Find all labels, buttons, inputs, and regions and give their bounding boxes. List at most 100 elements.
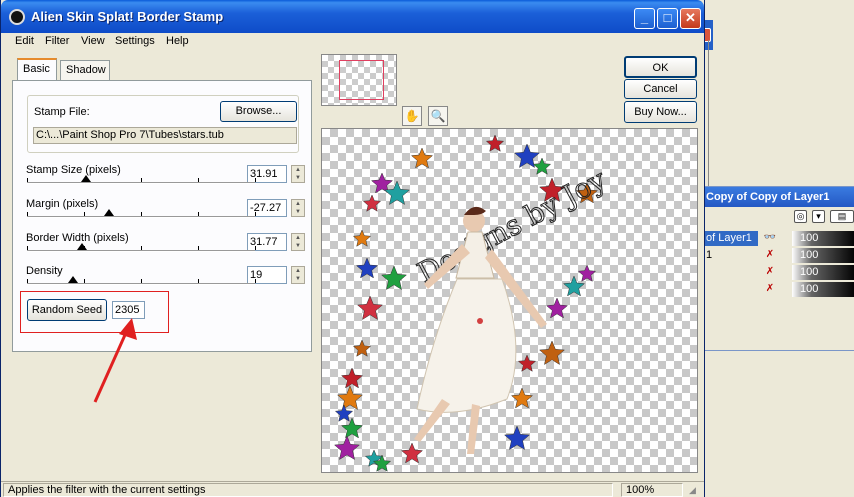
slider-tick [141,246,142,250]
slider-track[interactable] [27,250,255,252]
layer-opacity[interactable]: 100 [792,282,854,297]
slider-spinner[interactable]: ▲ ▼ [291,266,305,284]
spin-up-icon[interactable]: ▲ [292,267,304,275]
star-stamp [503,425,531,451]
star-stamp [362,194,382,212]
spin-down-icon[interactable]: ▼ [292,174,304,182]
menu-settings[interactable]: Settings [115,35,155,47]
slider-spinner[interactable]: ▲ ▼ [291,233,305,251]
background-application: Copy of Copy of Layer1 ◎ ▾ ▤ of Layer1 👓… [692,0,854,497]
slider-tick [255,246,256,250]
star-stamp [532,157,552,175]
layers-toolbar: ◎ ▾ ▤ [694,207,854,227]
star-stamp [334,404,354,422]
slider-tick [198,279,199,283]
tab-basic[interactable]: Basic [17,58,57,80]
navigator-viewport-frame[interactable] [339,60,384,100]
status-text: Applies the filter with the current sett… [3,483,613,497]
menu-bar: Edit Filter View Settings Help [1,33,704,51]
layer-opacity[interactable]: 100 [792,248,854,263]
slider-thumb[interactable] [104,209,115,216]
spin-up-icon[interactable]: ▲ [292,234,304,242]
spin-down-icon[interactable]: ▼ [292,242,304,250]
star-stamp [380,265,408,291]
star-stamp [352,229,372,247]
slider-tick [255,178,256,182]
layer-opacity[interactable]: 100 [792,231,854,246]
slider-tick [84,279,85,283]
layer-name[interactable] [704,265,758,280]
slider-thumb[interactable] [67,276,78,283]
lock-icon[interactable]: ▾ [812,210,825,223]
resize-grip-icon[interactable]: ◢ [689,485,701,497]
minimize-button[interactable]: _ [634,8,655,29]
mask-icon[interactable]: ◎ [794,210,807,223]
slider-tick [141,212,142,216]
title-bar[interactable]: Alien Skin Splat! Border Stamp _ □ ✕ [1,0,704,33]
slider-value-field[interactable]: -27.27 [247,199,287,217]
slider-track[interactable] [27,216,255,218]
visibility-icon[interactable]: ✗ [762,266,778,279]
layer-row[interactable]: ✗ 100 [694,282,854,298]
slider-value-field[interactable]: 31.77 [247,233,287,251]
spin-down-icon[interactable]: ▼ [292,275,304,283]
menu-help[interactable]: Help [166,35,189,47]
slider-value-field[interactable]: 31.91 [247,165,287,183]
buy-now-button[interactable]: Buy Now... [624,101,697,123]
slider-label: Stamp Size (pixels) [26,164,121,176]
slider-spinner[interactable]: ▲ ▼ [291,165,305,183]
star-stamp [410,147,434,169]
close-button[interactable]: ✕ [680,8,701,29]
layer-row[interactable]: of Layer1 👓 100 [694,231,854,247]
visibility-icon[interactable]: 👓 [762,232,778,245]
visibility-icon[interactable]: ✗ [762,283,778,296]
hand-tool-icon[interactable]: ✋ [402,106,422,126]
slider-tick [198,212,199,216]
layer-opacity[interactable]: 100 [792,265,854,280]
visibility-icon[interactable]: ✗ [762,249,778,262]
slider-thumb[interactable] [81,175,92,182]
layer-row[interactable]: 1 ✗ 100 [694,248,854,264]
slider-track[interactable] [27,182,255,184]
star-stamp [545,297,569,319]
spin-down-icon[interactable]: ▼ [292,208,304,216]
window-title: Alien Skin Splat! Border Stamp [31,9,224,24]
star-stamp [517,354,537,372]
slider-value-field[interactable]: 19 [247,266,287,284]
layers-palette-title[interactable]: Copy of Copy of Layer1 [694,187,854,207]
maximize-button[interactable]: □ [657,8,678,29]
layer-props-icon[interactable]: ▤ [830,210,854,223]
zoom-tool-icon[interactable]: 🔍 [428,106,448,126]
star-stamp [355,257,379,279]
star-stamp [562,275,586,297]
tab-shadow[interactable]: Shadow [60,60,110,80]
star-stamp [340,417,364,439]
star-stamp [538,340,566,366]
ok-button[interactable]: OK [624,56,697,78]
menu-view[interactable]: View [81,35,105,47]
star-stamp [510,387,534,409]
menu-edit[interactable]: Edit [15,35,34,47]
slider-tick [27,178,28,182]
layer-name[interactable] [704,282,758,297]
star-stamp [336,385,364,411]
slider-thumb[interactable] [76,243,87,250]
slider-tick [27,246,28,250]
cancel-button[interactable]: Cancel [624,79,697,99]
star-stamp [400,442,424,464]
layer-name[interactable]: 1 [704,248,758,263]
spin-up-icon[interactable]: ▲ [292,166,304,174]
slider-tick [84,178,85,182]
slider-spinner[interactable]: ▲ ▼ [291,199,305,217]
browse-button[interactable]: Browse... [220,101,297,122]
layer-row[interactable]: ✗ 100 [694,265,854,281]
star-stamp [340,367,364,389]
slider-tick [27,279,28,283]
preview-canvas[interactable]: Designs by Joy [321,128,698,473]
slider-track[interactable] [27,283,255,285]
menu-filter[interactable]: Filter [45,35,69,47]
layer-name[interactable]: of Layer1 [704,231,758,246]
spin-up-icon[interactable]: ▲ [292,200,304,208]
border-stamp-dialog: Alien Skin Splat! Border Stamp _ □ ✕ Edi… [0,0,705,497]
stamp-file-path: C:\...\Paint Shop Pro 7\Tubes\stars.tub [33,127,297,144]
